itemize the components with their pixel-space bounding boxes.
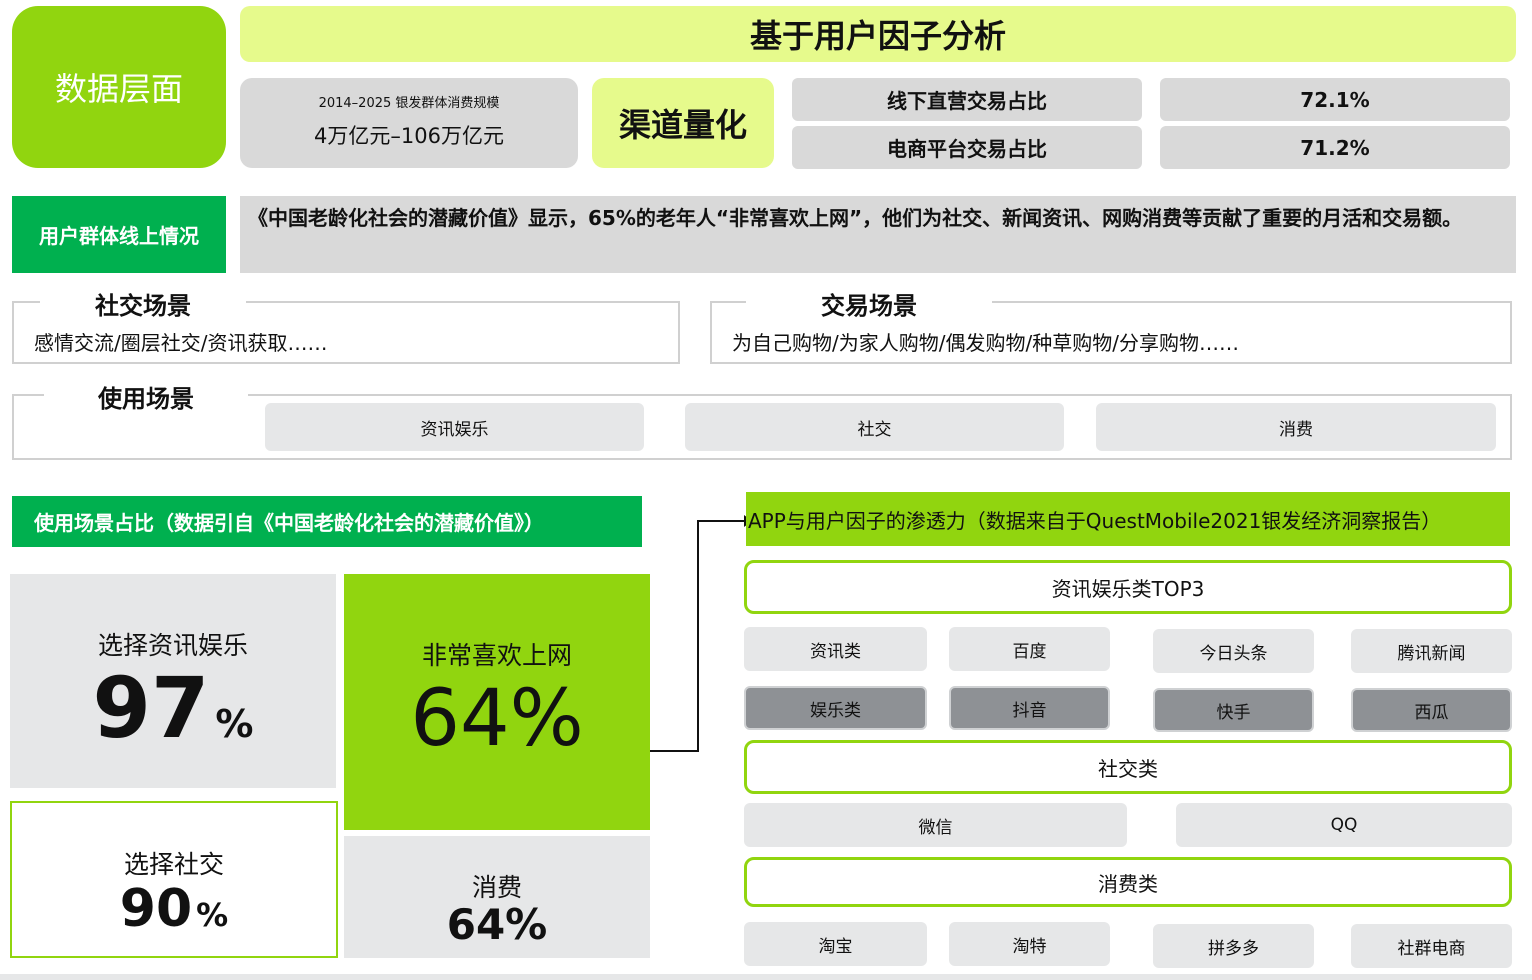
social-scene-text: 感情交流/圈层社交/资讯获取……	[34, 331, 328, 355]
social-scene-title: 社交场景	[40, 286, 246, 321]
data-layer-badge: 数据层面	[12, 6, 226, 168]
offline-share-label: 线下直营交易占比	[792, 78, 1142, 121]
app-consume-header: 消费类	[744, 857, 1512, 907]
ratio-social-card: 选择社交 90 %	[10, 801, 338, 958]
app-kuaishou: 快手	[1153, 688, 1314, 732]
page-title: 基于用户因子分析	[240, 6, 1516, 62]
ratio-info-value: 97	[92, 659, 210, 757]
app-info-category: 资讯类	[744, 627, 927, 671]
ratio-love-label: 非常喜欢上网	[421, 641, 572, 670]
app-xigua: 西瓜	[1351, 688, 1512, 732]
ratio-consume-label: 消费	[471, 873, 522, 902]
usage-ratio-title: 使用场景占比（数据引自《中国老龄化社会的潜藏价值》）	[12, 496, 642, 547]
ratio-info-unit: %	[215, 702, 254, 746]
app-community-ecommerce: 社群电商	[1351, 924, 1512, 968]
app-tencent-news: 腾讯新闻	[1351, 629, 1512, 673]
online-situation-label: 用户群体线上情况	[12, 196, 226, 273]
app-wechat: 微信	[744, 803, 1127, 847]
bottom-strip	[0, 974, 1532, 980]
usage-item-consume: 消费	[1096, 403, 1496, 451]
online-situation-text: 《中国老龄化社会的潜藏价值》显示，65%的老年人“非常喜欢上网”，他们为社交、新…	[240, 196, 1516, 273]
app-qq: QQ	[1176, 803, 1512, 847]
usage-scene-title: 使用场景	[44, 379, 248, 414]
ratio-social-label: 选择社交	[123, 850, 224, 879]
ratio-social-value: 90	[119, 879, 193, 939]
trade-scene-title: 交易场景	[746, 286, 992, 321]
consumption-value: 4万亿元–106万亿元	[314, 124, 504, 148]
app-taote: 淘特	[949, 922, 1110, 966]
ratio-info-card: 选择资讯娱乐 97 %	[10, 574, 336, 788]
app-toutiao: 今日头条	[1153, 629, 1314, 673]
app-pinduoduo: 拼多多	[1153, 924, 1314, 968]
ratio-consume-card: 消费 64%	[344, 836, 650, 958]
ratio-love-value: 64%	[410, 674, 584, 764]
app-info-header: 资讯娱乐类TOP3	[744, 560, 1512, 614]
usage-item-info: 资讯娱乐	[265, 403, 644, 451]
trade-scene-text: 为自己购物/为家人购物/偶发购物/种草购物/分享购物……	[732, 331, 1239, 355]
connector-arrow	[650, 515, 752, 752]
usage-item-social: 社交	[685, 403, 1064, 451]
app-taobao: 淘宝	[744, 922, 927, 966]
ratio-info-label: 选择资讯娱乐	[97, 631, 248, 660]
app-penetration-title: APP与用户因子的渗透力（数据来自于QuestMobile2021银发经济洞察报…	[746, 492, 1510, 546]
app-baidu: 百度	[949, 627, 1110, 671]
channel-label: 渠道量化	[592, 78, 774, 168]
app-douyin: 抖音	[949, 686, 1110, 730]
consumption-scale-card: 2014–2025 银发群体消费规模 4万亿元–106万亿元	[240, 78, 578, 168]
ratio-social-value-wrap: 90 %	[12, 883, 336, 935]
online-share-value: 71.2%	[1160, 126, 1510, 169]
online-share-label: 电商平台交易占比	[792, 126, 1142, 169]
app-social-header: 社交类	[744, 740, 1512, 794]
app-ent-category: 娱乐类	[744, 686, 927, 730]
offline-share-value: 72.1%	[1160, 78, 1510, 121]
ratio-consume-value: 64%	[446, 900, 548, 949]
ratio-social-unit: %	[196, 896, 229, 934]
consumption-caption: 2014–2025 银发群体消费规模	[318, 96, 500, 111]
ratio-love-card: 非常喜欢上网 64%	[344, 574, 650, 830]
ratio-info-value-wrap: 97 %	[10, 666, 336, 750]
